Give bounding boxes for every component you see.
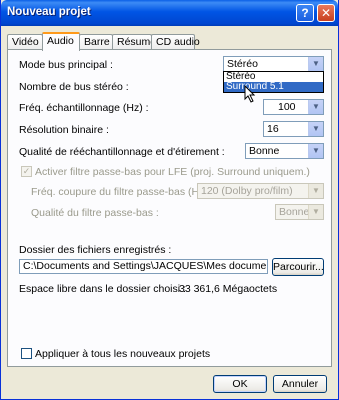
mode-bus-dropdown-list: Stéréo Surround 5.1 (223, 71, 324, 93)
chevron-down-icon: ▼ (308, 122, 323, 136)
mode-bus-label: Mode bus principal : (19, 59, 113, 71)
tab-cd-audio[interactable]: CD audio (151, 34, 200, 50)
resample-quality-label: Qualité de rééchantillonnage et d'étirem… (19, 146, 225, 158)
dialog-window: Nouveau projet ? ✕ Vidéo Audio Barre Rés… (0, 0, 339, 400)
close-button[interactable]: ✕ (317, 4, 335, 22)
lfe-checkbox-label: Activer filtre passe-bas pour LFE (proj.… (35, 166, 310, 178)
sample-rate-select[interactable]: 100 ▼ (263, 99, 324, 115)
tab-barre[interactable]: Barre (79, 34, 113, 50)
chevron-down-icon: ▼ (308, 57, 323, 71)
bit-depth-value: 16 (267, 123, 279, 135)
sample-rate-label: Fréq. échantillonnage (Hz) : (19, 102, 149, 114)
dropdown-option-surround[interactable]: Surround 5.1 (224, 82, 323, 92)
mode-bus-value: Stéréo (227, 58, 258, 70)
lfe-checkbox[interactable]: ✓ (21, 166, 32, 177)
tab-video[interactable]: Vidéo (7, 34, 43, 50)
free-space-value: 33 361,6 Mégaoctets (179, 283, 278, 295)
apply-all-label: Appliquer à tous les nouveaux projets (35, 348, 211, 360)
resample-quality-select[interactable]: Bonne ▼ (245, 143, 324, 159)
apply-all-checkbox[interactable] (21, 348, 32, 359)
lfe-cutoff-value: 120 (Dolby pro/film) (201, 185, 293, 197)
resample-quality-value: Bonne (249, 145, 280, 157)
lfe-quality-label: Qualité du filtre passe-bas : (31, 207, 159, 219)
mode-bus-select[interactable]: Stéréo ▼ (223, 56, 324, 72)
lfe-quality-select[interactable]: Bonne ▼ (275, 204, 324, 220)
lfe-cutoff-select[interactable]: 120 (Dolby pro/film) ▼ (197, 183, 324, 199)
chevron-down-icon: ▼ (308, 100, 323, 114)
bit-depth-label: Résolution binaire : (19, 124, 109, 136)
folder-path-input[interactable]: C:\Documents and Settings\JACQUES\Mes do… (19, 259, 268, 274)
chevron-down-icon: ▼ (308, 184, 323, 198)
sample-rate-value: 100 (278, 101, 296, 113)
bit-depth-select[interactable]: 16 ▼ (263, 121, 324, 137)
chevron-down-icon: ▼ (308, 205, 323, 219)
mouse-cursor-icon (244, 85, 256, 103)
chevron-down-icon: ▼ (308, 144, 323, 158)
tab-audio[interactable]: Audio (42, 32, 80, 51)
window-title: Nouveau projet (7, 6, 91, 18)
lfe-cutoff-label: Fréq. coupure du filtre passe-bas (Hz) : (31, 186, 214, 198)
folder-label: Dossier des fichiers enregistrés : (19, 244, 172, 256)
tab-resume[interactable]: Résumé (112, 34, 156, 50)
title-bar: Nouveau projet ? ✕ (1, 0, 338, 26)
help-button[interactable]: ? (296, 4, 314, 22)
ok-button[interactable]: OK (213, 375, 267, 393)
cancel-button[interactable]: Annuler (273, 375, 327, 393)
bus-stereo-label: Nombre de bus stéréo : (19, 81, 129, 93)
browse-button[interactable]: Parcourir... (272, 258, 324, 276)
free-space-label: Espace libre dans le dossier choisi : (19, 283, 186, 295)
lfe-quality-value: Bonne (279, 206, 310, 218)
